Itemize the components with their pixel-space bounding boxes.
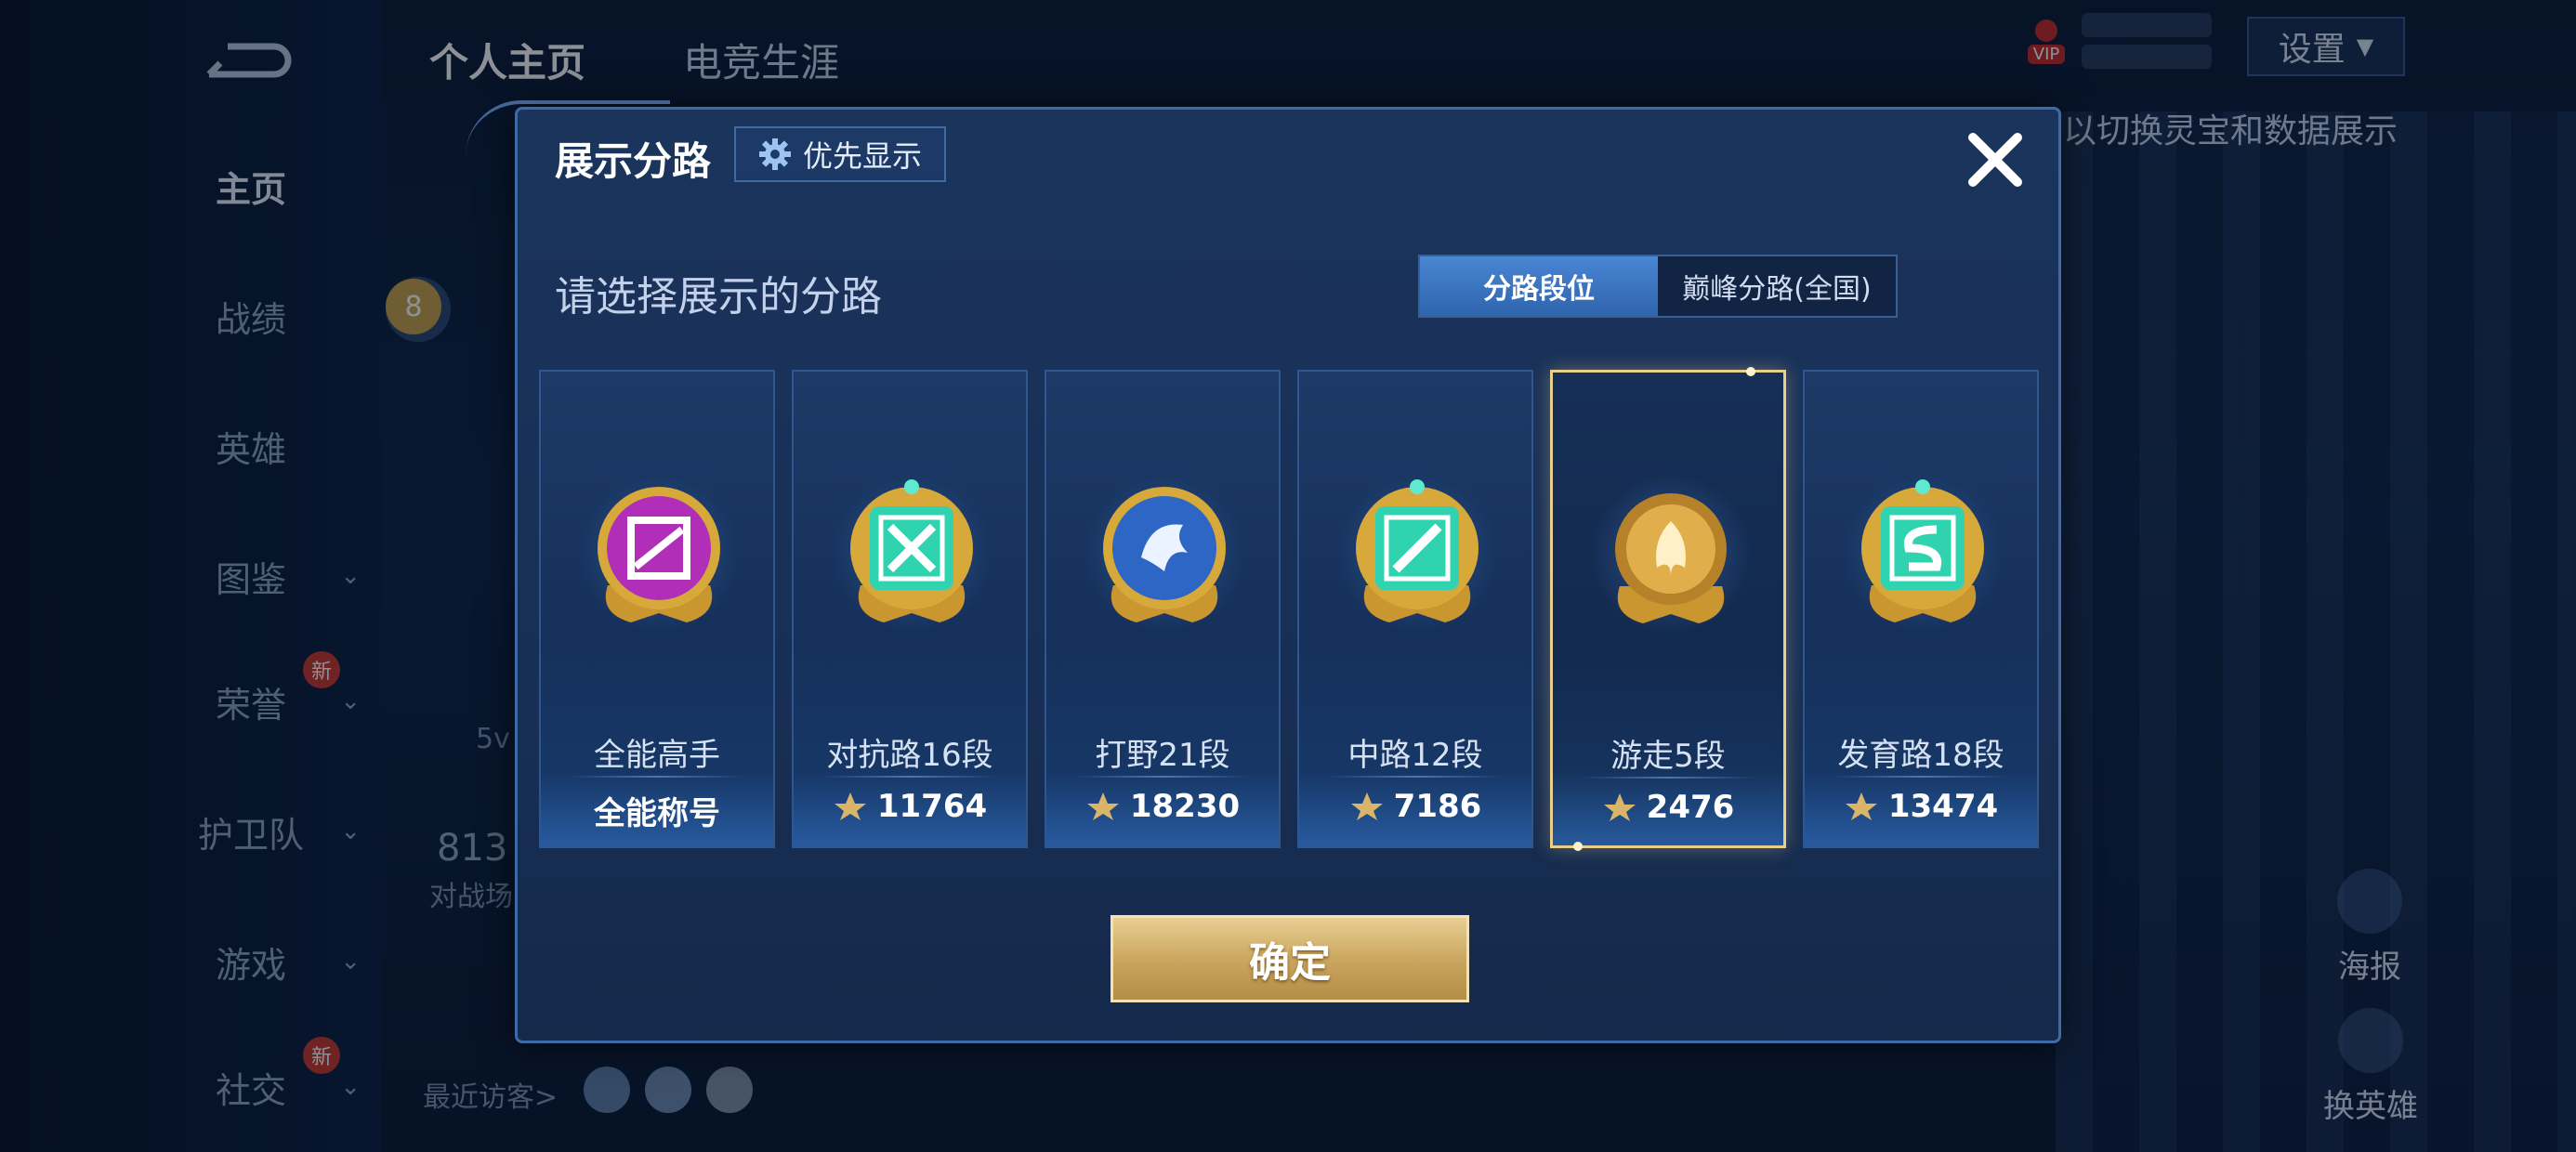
selection-corner-dot (1573, 842, 1583, 851)
selection-corner-dot (1746, 367, 1755, 376)
lane-value-text: 18230 (1129, 788, 1241, 825)
lane-name: 对抗路16段 (826, 737, 993, 774)
lane-emblem (1347, 474, 1487, 632)
lane-card[interactable]: 发育路18段 13474 (1803, 370, 2039, 848)
priority-display-button[interactable]: 优先显示 (734, 126, 946, 182)
lane-value-text: 7186 (1393, 788, 1482, 825)
lane-mode-segmented-control: 分路段位 巅峰分路(全国) (1418, 255, 1898, 318)
lane-value-text: 11764 (876, 788, 988, 825)
blue-dragon-jungle-emblem-icon (1103, 487, 1226, 622)
gear-icon (758, 138, 791, 170)
lane-card[interactable]: 打野21段 18230 (1045, 370, 1281, 848)
rank-points-icon (1350, 792, 1383, 820)
lane-card[interactable]: 全能高手 全能称号 (539, 370, 775, 848)
lane-card[interactable]: 中路12段 7186 (1297, 370, 1533, 848)
lane-name: 打野21段 (1095, 737, 1230, 774)
teal-mid-lane-emblem-icon (1356, 479, 1479, 622)
purple-allround-emblem-icon (598, 487, 720, 622)
segment-peak-lane-national[interactable]: 巅峰分路(全国) (1658, 256, 1896, 316)
rank-points-icon (1845, 792, 1877, 820)
lane-card[interactable]: 游走5段 2476 (1550, 367, 1786, 851)
lane-display-modal: 展示分路 优先显示 请选择展示的分路 分路段位 巅峰分路(全国) 全能高手 全能… (466, 100, 2061, 1043)
lane-value: 7186 (1299, 788, 1531, 825)
teal-farm-lane-emblem-icon (1861, 479, 1984, 622)
lane-emblem (1853, 474, 1992, 632)
lane-card-list: 全能高手 全能称号 对抗路16段 11764 打野21段 18230 中路12段 7186 游走… (539, 367, 2043, 853)
modal-title: 展示分路 (555, 138, 712, 184)
close-icon (1968, 133, 2022, 187)
lane-card[interactable]: 对抗路16段 11764 (792, 370, 1028, 848)
lane-name: 中路12段 (1347, 737, 1483, 774)
lane-emblem (842, 474, 981, 632)
gold-roam-emblem-icon (1615, 493, 1727, 623)
lane-value: 18230 (1046, 788, 1279, 825)
priority-display-label: 优先显示 (802, 138, 922, 174)
lane-value-text: 13474 (1887, 788, 1999, 825)
lane-value: 13474 (1805, 788, 2037, 825)
lane-name: 发育路18段 (1837, 737, 2004, 774)
rank-points-icon (1086, 792, 1119, 820)
lane-name: 游走5段 (1610, 738, 1726, 775)
close-button[interactable] (1958, 123, 2032, 197)
lane-value-text: 全能称号 (594, 795, 720, 832)
lane-value-text: 2476 (1646, 789, 1735, 826)
rank-points-icon (1603, 793, 1636, 821)
lane-emblem (589, 474, 729, 632)
confirm-button[interactable]: 确定 (1111, 915, 1469, 1002)
modal-subtitle: 请选择展示的分路 (555, 273, 882, 321)
lane-emblem (1601, 475, 1741, 633)
lane-name: 全能高手 (594, 737, 720, 774)
lane-value: 11764 (794, 788, 1026, 825)
lane-emblem (1095, 474, 1234, 632)
lane-value: 2476 (1553, 789, 1783, 826)
teal-clash-lane-emblem-icon (850, 479, 973, 622)
rank-points-icon (834, 792, 866, 820)
lane-value: 全能称号 (541, 788, 773, 833)
segment-lane-rank[interactable]: 分路段位 (1420, 256, 1658, 316)
